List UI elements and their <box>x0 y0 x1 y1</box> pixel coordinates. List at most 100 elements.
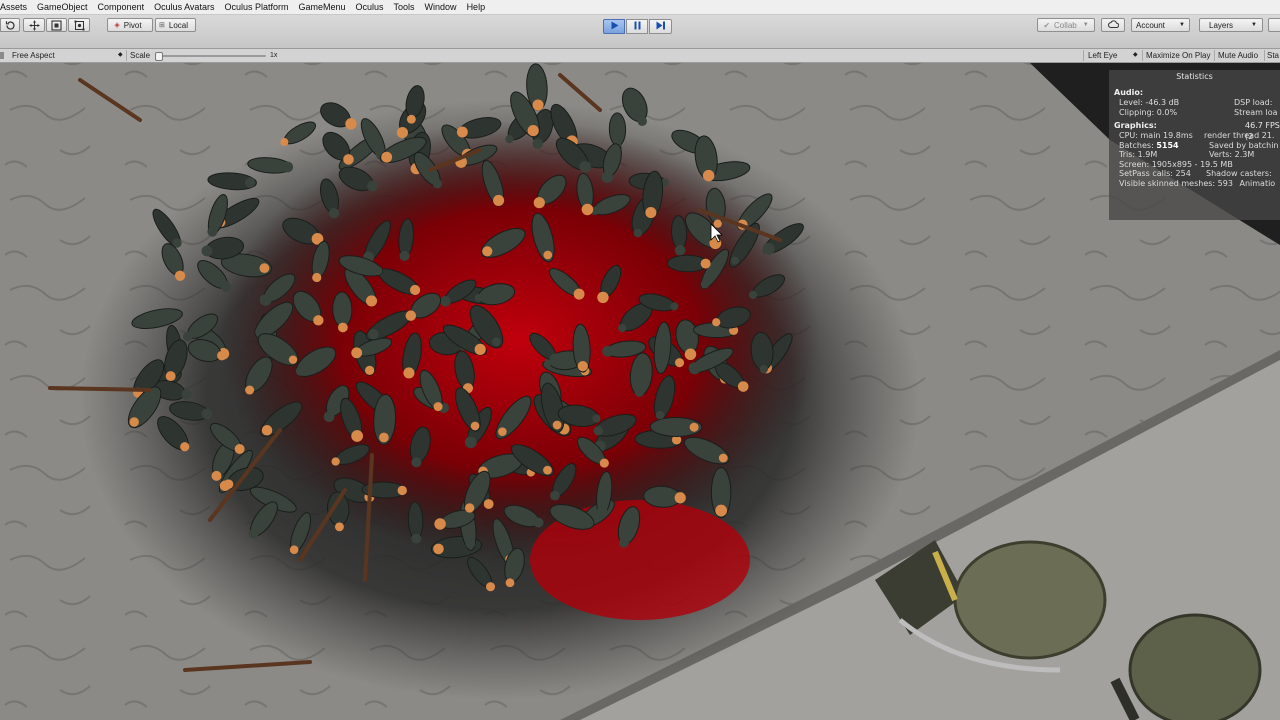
soldier-head <box>409 284 421 296</box>
soldier-head <box>688 362 701 375</box>
stats-row: Batches: 5154 Saved by batchin <box>1109 141 1280 151</box>
main-toolbar: ◈ Pivot ⊞ Local ✔ Collab ▼ Account ▼ Lay… <box>0 15 1280 49</box>
menu-component[interactable]: Component <box>93 0 150 14</box>
soldier-head <box>405 310 417 321</box>
soldier-head <box>730 256 740 265</box>
collab-dropdown[interactable]: ✔ Collab ▼ <box>1037 18 1095 32</box>
soldier-head <box>737 381 749 392</box>
soldier-head <box>674 492 686 504</box>
eye-dropdown[interactable]: Left Eye <box>1088 49 1117 62</box>
menu-oculus-avatars[interactable]: Oculus Avatars <box>149 0 219 14</box>
menu-gameobject[interactable]: GameObject <box>32 0 93 14</box>
rect-tool-button[interactable] <box>68 18 90 32</box>
scale-slider-handle[interactable] <box>155 52 163 61</box>
menu-window[interactable]: Window <box>420 0 462 14</box>
menu-gamemenu[interactable]: GameMenu <box>293 0 350 14</box>
soldier-head <box>220 281 232 292</box>
soldier-head <box>207 226 218 237</box>
soldier-head <box>712 318 721 327</box>
cloud-button[interactable] <box>1101 18 1125 32</box>
menu-oculus-platform[interactable]: Oculus Platform <box>219 0 293 14</box>
separator <box>1142 50 1143 61</box>
soldier-head <box>491 337 501 347</box>
soldier-head <box>674 244 686 256</box>
play-button[interactable] <box>603 19 625 34</box>
scale-value: 1x <box>270 52 278 59</box>
tris-count: Tris: 1.9M <box>1119 150 1158 159</box>
menu-assets[interactable]: Assets <box>0 0 32 14</box>
local-label: Local <box>168 20 188 30</box>
display-selector-handle[interactable] <box>0 52 4 59</box>
soldier-head <box>337 322 348 333</box>
batches-label: Batches: <box>1119 140 1154 150</box>
soldier-head <box>592 414 601 423</box>
menu-oculus[interactable]: Oculus <box>351 0 389 14</box>
rotate-icon <box>5 20 16 31</box>
stats-toggle[interactable]: Sta <box>1267 49 1279 62</box>
soldier-head <box>532 99 544 111</box>
soldier-head <box>174 270 186 281</box>
cpu-time: CPU: main 19.8ms <box>1119 131 1193 140</box>
soldier-head <box>403 367 415 379</box>
soldier-head <box>439 295 451 307</box>
soldier-head <box>702 169 715 182</box>
scale-slider-track[interactable] <box>156 55 266 57</box>
mute-audio-toggle[interactable]: Mute Audio <box>1218 49 1258 62</box>
soldier-head <box>345 118 357 130</box>
soldier-head <box>465 538 476 549</box>
soldier-head <box>543 250 553 260</box>
move-tool-button[interactable] <box>23 18 45 32</box>
soldier-head <box>399 250 410 261</box>
soldier-head <box>670 302 679 311</box>
soldier-head <box>433 402 443 412</box>
menu-help[interactable]: Help <box>462 0 491 14</box>
layers-dropdown[interactable]: Layers ▼ <box>1199 18 1263 32</box>
soldier-head <box>759 364 768 374</box>
soldier-head <box>573 288 585 300</box>
pause-icon <box>633 21 642 32</box>
scale-box-icon <box>51 19 62 31</box>
aspect-dropdown[interactable]: Free Aspect <box>12 49 55 62</box>
game-scene-render <box>0 63 1280 720</box>
soldier-head <box>645 207 657 219</box>
stats-row: Tris: 1.9M Verts: 2.3M <box>1109 150 1280 160</box>
account-dropdown[interactable]: Account ▼ <box>1131 18 1190 32</box>
dsp-load: DSP load: <box>1234 98 1273 107</box>
soldier-head <box>549 353 562 366</box>
soldier-head <box>364 365 375 376</box>
soldier-head <box>295 366 306 376</box>
move-arrows-icon <box>29 20 40 31</box>
soldier-head <box>368 328 379 340</box>
skinned-meshes: Visible skinned meshes: 593 <box>1119 178 1233 188</box>
soldier-head <box>367 180 378 192</box>
soldier-head <box>456 126 468 138</box>
cloud-icon <box>1107 20 1119 30</box>
pivot-toggle[interactable]: ◈ Pivot <box>107 18 153 32</box>
step-button[interactable] <box>649 19 672 34</box>
layout-dropdown[interactable] <box>1268 18 1280 32</box>
soldier-head <box>181 389 193 400</box>
chevron-down-icon: ▼ <box>1082 22 1089 28</box>
game-viewport[interactable] <box>0 63 1280 720</box>
local-toggle[interactable]: ⊞ Local <box>155 18 196 32</box>
soldier-head <box>597 291 609 304</box>
rotate-tool-button[interactable] <box>0 18 20 32</box>
soldier-head <box>165 371 176 382</box>
soldier-head <box>379 432 389 443</box>
soldier-head <box>550 490 560 501</box>
soldier-head <box>432 179 443 189</box>
maximize-on-play-toggle[interactable]: Maximize On Play <box>1146 49 1210 62</box>
soldier-head <box>201 408 213 420</box>
setpass-calls: SetPass calls: 254 <box>1119 169 1191 178</box>
audio-clipping: Clipping: 0.0% <box>1119 107 1178 117</box>
pause-button[interactable] <box>626 19 648 34</box>
soldier-head <box>134 317 145 328</box>
soldier-head <box>312 272 322 283</box>
separator <box>126 50 127 61</box>
scale-tool-button[interactable] <box>46 18 67 32</box>
menu-tools[interactable]: Tools <box>389 0 420 14</box>
soldier-head <box>406 114 416 124</box>
soldier-head <box>618 323 627 333</box>
separator <box>1083 50 1084 61</box>
graphics-header-row: Graphics: 46.7 FPS (2 <box>1109 120 1280 141</box>
